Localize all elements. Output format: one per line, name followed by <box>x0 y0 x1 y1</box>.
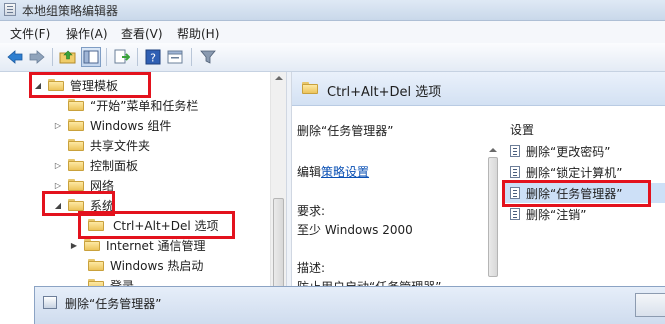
filter-icon[interactable] <box>198 47 218 67</box>
tree-item-control-panel[interactable]: ▷ 控制面板 <box>52 155 138 175</box>
forward-arrow-icon[interactable] <box>27 47 47 67</box>
edit-prefix: 编辑 <box>297 165 322 179</box>
tree-item-label: Ctrl+Alt+Del 选项 <box>110 215 222 235</box>
toolbar-separator <box>52 48 53 66</box>
svg-text:?: ? <box>150 52 156 65</box>
menu-view[interactable]: 查看(V) <box>121 25 163 42</box>
scroll-up-arrow-icon[interactable] <box>275 76 283 80</box>
back-arrow-icon[interactable] <box>5 47 25 67</box>
tree-item-windows-components[interactable]: ▷ Windows 组件 <box>52 115 171 135</box>
expand-arrow-icon[interactable]: ▷ <box>52 181 64 190</box>
settings-column-header[interactable]: 设置 <box>510 121 534 138</box>
menu-help[interactable]: 帮助(H) <box>177 25 219 42</box>
policy-title: 删除“任务管理器” <box>297 124 394 138</box>
window-title: 本地组策略编辑器 <box>22 4 119 18</box>
folder-icon <box>68 139 84 151</box>
folder-icon <box>84 239 100 251</box>
tree-item-label: Internet 通信管理 <box>106 238 206 253</box>
folder-icon <box>68 159 84 171</box>
setting-label: 删除“注销” <box>526 207 587 222</box>
policy-setting-icon <box>510 145 520 157</box>
tree-item-label: Windows 热启动 <box>110 258 204 273</box>
folder-icon <box>88 259 104 271</box>
setting-label: 删除“任务管理器” <box>526 186 623 201</box>
collapse-arrow-icon[interactable]: ◢ <box>32 81 44 90</box>
menu-bar: 文件(F) 操作(A) 查看(V) 帮助(H) <box>0 21 665 43</box>
tree-item-network[interactable]: ▷ 网络 <box>52 175 114 195</box>
tree-item-ctrl-alt-del[interactable]: Ctrl+Alt+Del 选项 <box>72 215 222 235</box>
up-folder-icon[interactable] <box>58 47 78 67</box>
toolbar-separator <box>191 48 192 66</box>
policy-setting-icon <box>510 187 520 199</box>
folder-icon <box>68 179 84 191</box>
export-list-icon[interactable] <box>112 47 132 67</box>
setting-item-logoff[interactable]: 删除“注销” <box>504 204 665 224</box>
toolbar-separator <box>106 48 107 66</box>
policy-dialog-title: 删除“任务管理器” <box>65 297 162 311</box>
toolbar-separator <box>137 48 138 66</box>
scrollbar-thumb[interactable] <box>488 157 498 277</box>
tree-scrollbar[interactable] <box>270 72 286 294</box>
tree-item-windows-hotstart[interactable]: Windows 热启动 <box>72 255 203 275</box>
scrollbar-thumb[interactable] <box>273 198 284 290</box>
menu-file[interactable]: 文件(F) <box>10 25 50 42</box>
expand-arrow-icon[interactable]: ▷ <box>52 121 64 130</box>
scroll-up-arrow-icon[interactable] <box>489 148 497 152</box>
tree-item-admin-templates[interactable]: ◢ 管理模板 <box>32 75 118 95</box>
edit-policy-line: 编辑策略设置 <box>297 163 369 180</box>
setting-label: 删除“锁定计算机” <box>526 165 623 180</box>
tree-item-internet-communication[interactable]: ▶ Internet 通信管理 <box>68 235 206 255</box>
tree-item-system[interactable]: ◢ 系统 <box>52 195 114 215</box>
expand-arrow-icon[interactable]: ▶ <box>68 241 80 250</box>
tree-item-label: 管理模板 <box>70 78 119 93</box>
toolbar: ? <box>0 43 665 72</box>
folder-icon <box>68 119 84 131</box>
title-bar: 本地组策略编辑器 <box>0 0 665 21</box>
setting-item-change-password[interactable]: 删除“更改密码” <box>504 141 665 161</box>
edit-policy-link[interactable]: 策略设置 <box>321 165 369 179</box>
policy-dialog-icon <box>43 296 57 309</box>
folder-icon <box>302 82 318 94</box>
dialog-window-button[interactable] <box>635 293 665 317</box>
setting-label: 删除“更改密码” <box>526 144 611 159</box>
details-header-title: Ctrl+Alt+Del 选项 <box>327 85 442 100</box>
show-hide-tree-icon[interactable] <box>81 47 101 67</box>
tree-item-start-menu[interactable]: “开始”菜单和任务栏 <box>52 95 198 115</box>
tree-item-label: “开始”菜单和任务栏 <box>90 98 199 113</box>
folder-icon <box>68 199 84 211</box>
menu-action[interactable]: 操作(A) <box>66 25 108 42</box>
folder-icon <box>48 79 64 91</box>
tree-item-label: 网络 <box>90 178 115 193</box>
expand-arrow-icon[interactable]: ▷ <box>52 161 64 170</box>
tree-item-label: 系统 <box>90 198 115 213</box>
requirement-label: 要求: <box>297 204 326 218</box>
app-icon <box>4 3 16 16</box>
folder-icon <box>68 99 84 111</box>
help-icon[interactable]: ? <box>143 47 163 67</box>
setting-item-task-manager[interactable]: 删除“任务管理器” <box>504 183 665 203</box>
properties-icon[interactable] <box>165 47 185 67</box>
tree-item-label: 共享文件夹 <box>90 138 151 153</box>
policy-dialog-titlebar[interactable]: 删除“任务管理器” <box>34 286 665 324</box>
policy-setting-icon <box>510 166 520 178</box>
tree-item-label: 控制面板 <box>90 158 139 173</box>
requirement-value: 至少 Windows 2000 <box>297 223 413 237</box>
folder-icon <box>88 219 104 231</box>
description-label: 描述: <box>297 261 326 275</box>
details-header: Ctrl+Alt+Del 选项 <box>292 72 665 106</box>
tree-item-shared-folders[interactable]: 共享文件夹 <box>52 135 150 155</box>
collapse-arrow-icon[interactable]: ◢ <box>52 201 64 210</box>
setting-item-lock-computer[interactable]: 删除“锁定计算机” <box>504 162 665 182</box>
tree-item-label: Windows 组件 <box>90 118 172 133</box>
policy-setting-icon <box>510 208 520 220</box>
